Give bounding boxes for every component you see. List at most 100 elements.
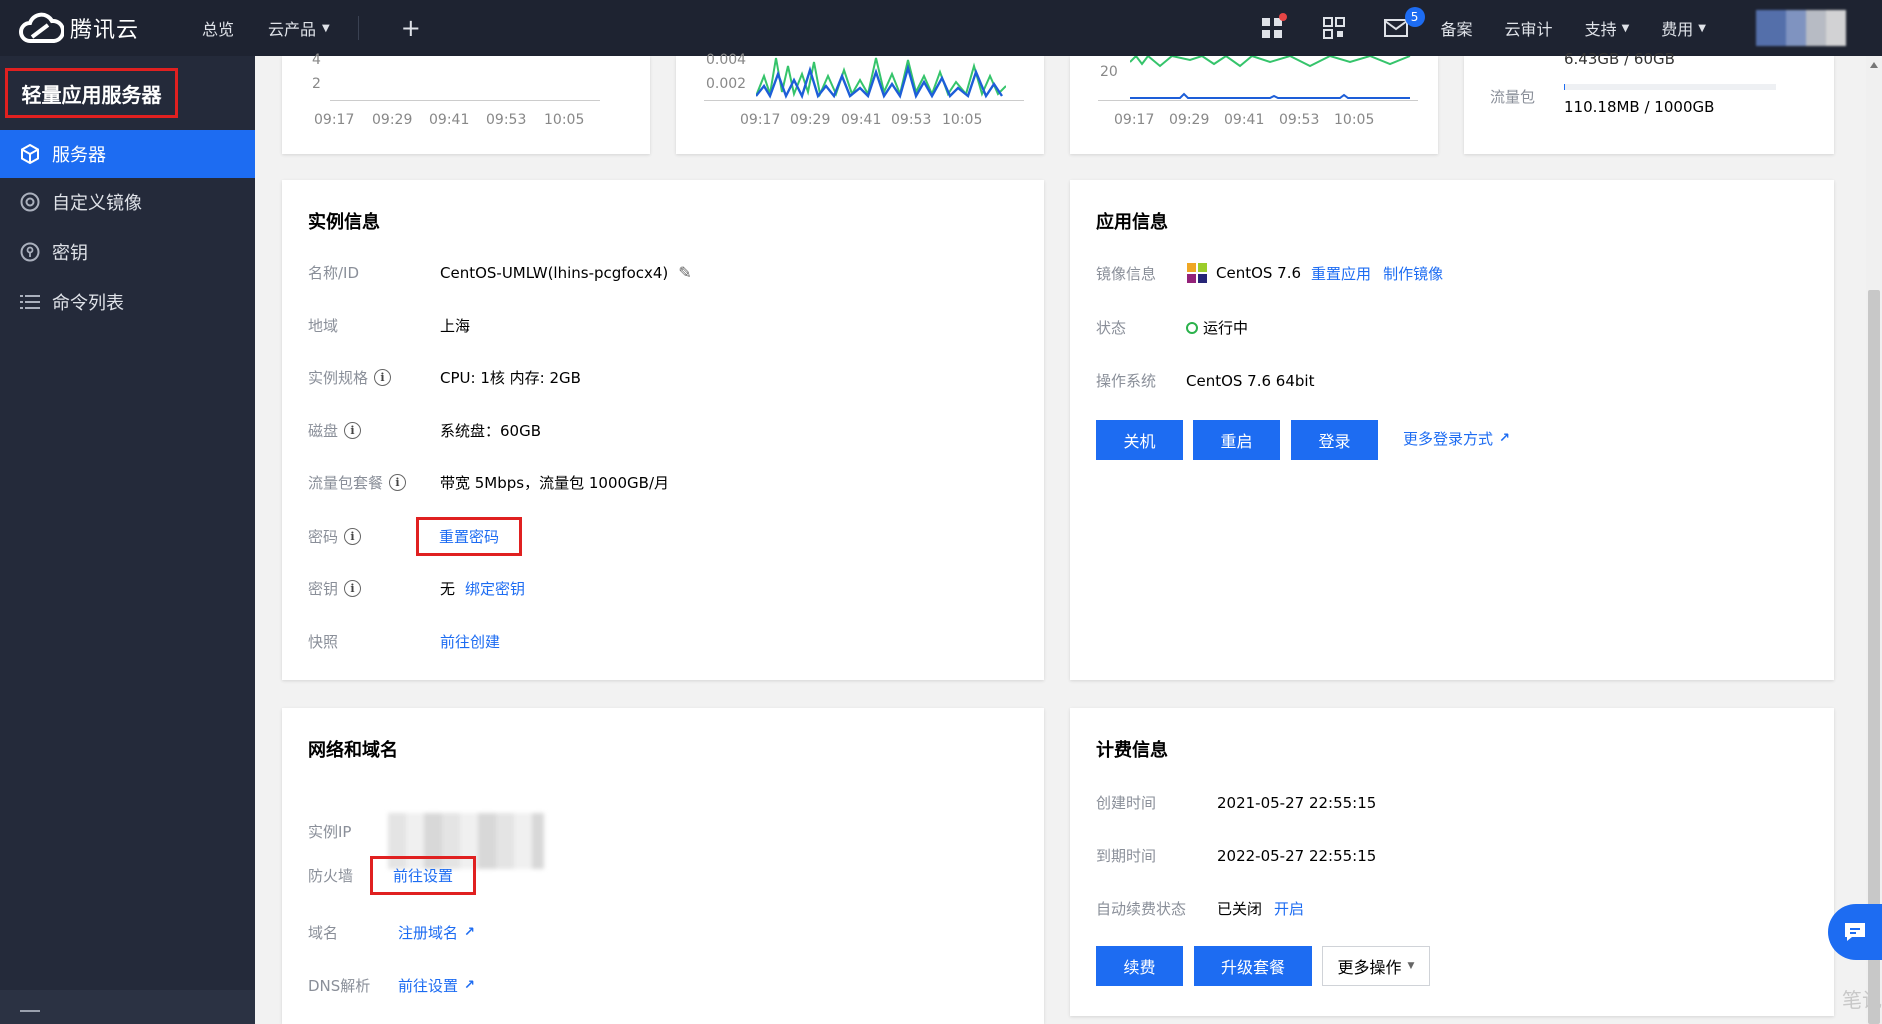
- notification-dot: [1278, 13, 1287, 21]
- row-dns: DNS解析 前往设置 ↗: [308, 975, 475, 996]
- packet-line-chart: [1130, 56, 1411, 99]
- external-link-icon: ↗: [464, 978, 475, 993]
- info-icon[interactable]: i: [344, 528, 362, 545]
- more-login-methods[interactable]: 更多登录方式 ↗: [1403, 428, 1510, 449]
- top-nav: 腾讯云 总览 云产品 ▼ + 5 备案 云审计 支持 ▼ 费用 ▼: [0, 0, 1882, 56]
- disc-icon: [20, 192, 40, 212]
- row-domain: 域名 注册域名 ↗: [308, 922, 475, 943]
- row-image: 镜像信息 CentOS 7.6 重置应用 制作镜像: [1096, 262, 1444, 284]
- brand-logo[interactable]: 腾讯云: [18, 11, 168, 45]
- reset-password-highlight: 重置密码: [416, 517, 523, 556]
- list-icon: [20, 292, 40, 312]
- edit-pencil-icon[interactable]: ✎: [678, 263, 691, 282]
- brand-name: 腾讯云: [70, 18, 140, 43]
- app-info-title: 应用信息: [1096, 212, 1168, 233]
- nav-divider: [357, 16, 359, 40]
- create-snapshot-link[interactable]: 前往创建: [440, 631, 500, 652]
- row-key: 密钥 i 无 绑定密钥: [308, 578, 526, 599]
- shutdown-button[interactable]: 关机: [1096, 420, 1183, 460]
- page-scrollbar[interactable]: [1866, 56, 1882, 1024]
- chart-axis: [1098, 100, 1418, 101]
- network-title: 网络和域名: [308, 740, 398, 761]
- grid-apps-icon[interactable]: [1259, 13, 1287, 41]
- chat-support-button[interactable]: [1828, 904, 1882, 960]
- dns-settings-link[interactable]: 前往设置: [398, 975, 458, 996]
- billing-title: 计费信息: [1096, 740, 1168, 761]
- app-info-card: 应用信息 镜像信息 CentOS 7.6 重置应用 制作镜像 状态 运行中 操作…: [1070, 180, 1834, 680]
- nav-support[interactable]: 支持 ▼: [1585, 16, 1630, 40]
- row-status: 状态 运行中: [1096, 319, 1249, 337]
- sidebar-item-commands[interactable]: 命令列表: [0, 278, 255, 326]
- make-image-link[interactable]: 制作镜像: [1383, 263, 1443, 284]
- disk-usage-value: 6.43GB / 60GB: [1564, 50, 1675, 68]
- mail-icon[interactable]: 5: [1383, 7, 1425, 41]
- nav-beian[interactable]: 备案: [1441, 16, 1473, 40]
- row-password: 密码 i 重置密码: [308, 517, 523, 556]
- login-button[interactable]: 登录: [1291, 420, 1378, 460]
- info-icon[interactable]: i: [344, 580, 362, 597]
- caret-down-icon: ▼: [1407, 961, 1415, 971]
- monitor-card-2: 0.004 0.002 09:17 09:29 09:41 09:53 10:0…: [676, 52, 1044, 154]
- add-shortcut-icon[interactable]: +: [401, 14, 421, 42]
- monitor-card-4: 6.43GB / 60GB 流量包 110.18MB / 1000GB: [1464, 50, 1834, 154]
- cube-icon: [20, 144, 40, 164]
- info-icon[interactable]: i: [344, 422, 362, 439]
- sidebar-title: 轻量应用服务器: [5, 68, 178, 118]
- row-traffic-package: 流量包套餐 i 带宽 5Mbps，流量包 1000GB/月: [308, 474, 670, 492]
- row-name-id: 名称/ID CentOS-UMLW(lhins-pcgfocx4) ✎: [308, 263, 692, 282]
- qrcode-icon[interactable]: [1321, 15, 1347, 41]
- sidebar-item-keys[interactable]: 密钥: [0, 228, 255, 276]
- row-auto-renew: 自动续费状态 已关闭 开启: [1096, 898, 1305, 919]
- reset-app-link[interactable]: 重置应用: [1311, 263, 1371, 284]
- row-os: 操作系统 CentOS 7.6 64bit: [1096, 371, 1315, 391]
- row-firewall: 防火墙 前往设置: [308, 856, 477, 895]
- instance-info-title: 实例信息: [308, 212, 380, 233]
- reset-password-link[interactable]: 重置密码: [439, 528, 499, 546]
- nav-audit[interactable]: 云审计: [1505, 16, 1553, 40]
- network-domain-card: 网络和域名 实例IP 防火墙 前往设置 域名 注册域名 ↗ DNS解析 前往设置 ↗: [282, 708, 1044, 1024]
- enable-auto-renew-link[interactable]: 开启: [1274, 898, 1304, 919]
- traffic-label: 流量包: [1490, 88, 1536, 106]
- traffic-usage-value: 110.18MB / 1000GB: [1564, 98, 1715, 116]
- firewall-highlight: 前往设置: [370, 856, 477, 895]
- monitor-card-3: 20 09:17 09:29 09:41 09:53 10:05: [1070, 56, 1438, 154]
- user-avatar[interactable]: [1756, 10, 1846, 46]
- nav-products[interactable]: 云产品 ▼: [268, 16, 330, 40]
- menu-icon: [20, 1010, 40, 1012]
- info-icon[interactable]: i: [374, 369, 392, 386]
- traffic-progress-fill: [1564, 84, 1566, 90]
- sidebar-collapse-button[interactable]: [0, 990, 255, 1024]
- more-actions-dropdown[interactable]: 更多操作 ▼: [1322, 946, 1430, 986]
- watermark: 笔记: [1842, 988, 1882, 1012]
- renew-button[interactable]: 续费: [1096, 946, 1183, 986]
- running-status-icon: [1186, 321, 1198, 334]
- centos-logo-icon: [1186, 262, 1208, 284]
- info-icon[interactable]: i: [389, 474, 407, 491]
- chevron-down-icon: ▼: [1621, 22, 1630, 34]
- sidebar-item-custom-images[interactable]: 自定义镜像: [0, 178, 255, 226]
- nav-billing[interactable]: 费用 ▼: [1661, 16, 1706, 40]
- register-domain-link[interactable]: 注册域名: [398, 922, 458, 943]
- scroll-up-icon[interactable]: [1870, 62, 1878, 68]
- sidebar-item-servers[interactable]: 服务器: [0, 130, 255, 178]
- nav-overview[interactable]: 总览: [202, 16, 234, 40]
- instance-info-card: 实例信息 名称/ID CentOS-UMLW(lhins-pcgfocx4) ✎…: [282, 180, 1044, 680]
- row-spec: 实例规格 i CPU: 1核 内存: 2GB: [308, 369, 581, 387]
- sidebar: 轻量应用服务器 服务器 自定义镜像 密钥 命令列表: [0, 56, 255, 1024]
- row-region: 地域 上海: [308, 317, 471, 335]
- bandwidth-line-chart: [756, 57, 1006, 100]
- restart-button[interactable]: 重启: [1193, 420, 1280, 460]
- traffic-progress-bar: [1564, 84, 1776, 90]
- chart-axis: [330, 100, 600, 101]
- key-icon: [20, 242, 40, 262]
- firewall-settings-link[interactable]: 前往设置: [393, 867, 453, 885]
- bind-key-link[interactable]: 绑定密钥: [465, 578, 525, 599]
- row-disk: 磁盘 i 系统盘：60GB: [308, 422, 542, 440]
- billing-info-card: 计费信息 创建时间 2021-05-27 22:55:15 到期时间 2022-…: [1070, 708, 1834, 1016]
- monitor-card-1: 4 2 09:17 09:29 09:41 09:53 10:05: [282, 52, 650, 154]
- chart-axis: [704, 100, 1024, 101]
- upgrade-plan-button[interactable]: 升级套餐: [1194, 946, 1312, 986]
- cloud-logo-icon: [19, 12, 64, 43]
- external-link-icon: ↗: [464, 925, 475, 940]
- row-snapshot: 快照 前往创建: [308, 631, 501, 652]
